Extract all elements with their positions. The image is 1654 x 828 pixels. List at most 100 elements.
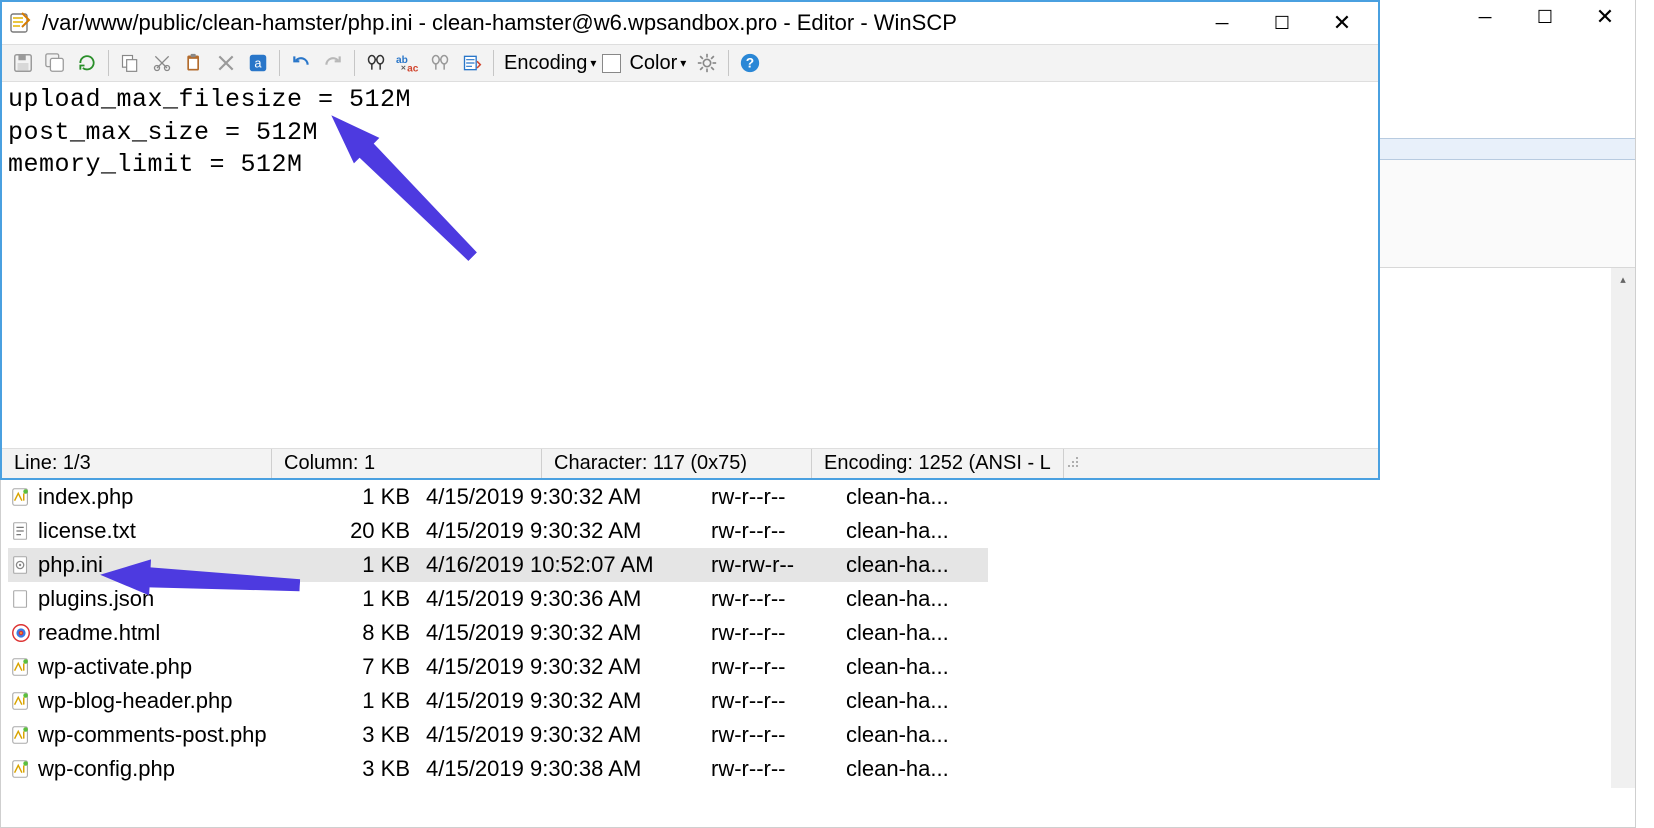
editor-titlebar[interactable]: /var/www/public/clean-hamster/php.ini - …: [2, 2, 1378, 44]
editor-toolbar: a abac Encoding▾ Color▾ ?: [2, 44, 1378, 82]
file-row[interactable]: license.txt 20 KB4/15/2019 9:30:32 AMrw-r…: [8, 514, 988, 548]
status-character: Character: 117 (0x75): [542, 449, 812, 478]
goto-button[interactable]: [457, 48, 487, 78]
file-icon: [10, 486, 32, 508]
file-name: license.txt: [38, 518, 136, 544]
copy-button[interactable]: [115, 48, 145, 78]
file-row[interactable]: wp-comments-post.php3 KB4/15/2019 9:30:3…: [8, 718, 988, 752]
save-button[interactable]: [8, 48, 38, 78]
file-owner: clean-ha...: [838, 756, 988, 782]
file-row[interactable]: wp-config.php 3 KB4/15/2019 9:30:38 AMrw-…: [8, 752, 988, 786]
file-size: 7 KB: [308, 654, 418, 680]
file-name-cell: wp-config.php: [8, 756, 308, 782]
file-icon: [10, 588, 32, 610]
svg-text:?: ?: [746, 56, 754, 71]
status-line: Line: 1/3: [2, 449, 272, 478]
parent-close-button[interactable]: ✕: [1575, 0, 1635, 38]
file-row[interactable]: readme.html8 KB4/15/2019 9:30:32 AMrw-r-…: [8, 616, 988, 650]
file-name-cell: readme.html: [8, 620, 308, 646]
parent-maximize-button[interactable]: ☐: [1515, 0, 1575, 38]
file-size: 8 KB: [308, 620, 418, 646]
color-swatch[interactable]: [602, 54, 621, 73]
file-owner: clean-ha...: [838, 654, 988, 680]
file-permissions: rw-rw-r--: [703, 552, 838, 578]
file-row[interactable]: index.php1 KB4/15/2019 9:30:32 AMrw-r--r…: [8, 480, 988, 514]
find-button[interactable]: [361, 48, 391, 78]
file-icon: [10, 554, 32, 576]
encoding-dropdown[interactable]: Encoding▾: [500, 52, 600, 75]
file-permissions: rw-r--r--: [703, 586, 838, 612]
file-owner: clean-ha...: [838, 688, 988, 714]
file-icon: [10, 656, 32, 678]
color-label: Color: [629, 52, 677, 75]
editor-maximize-button[interactable]: ☐: [1252, 5, 1312, 41]
file-row[interactable]: wp-blog-header.php1 KB4/15/2019 9:30:32 …: [8, 684, 988, 718]
selectall-button[interactable]: a: [243, 48, 273, 78]
toolbar-separator: [728, 50, 729, 76]
status-encoding: Encoding: 1252 (ANSI - L: [812, 449, 1064, 478]
app-icon: [8, 11, 32, 35]
file-size: 1 KB: [308, 484, 418, 510]
redo-button[interactable]: [318, 48, 348, 78]
file-permissions: rw-r--r--: [703, 654, 838, 680]
file-name: php.ini: [38, 552, 103, 578]
file-list: index.php1 KB4/15/2019 9:30:32 AMrw-r--r…: [8, 480, 988, 786]
file-date: 4/15/2019 9:30:32 AM: [418, 518, 703, 544]
resize-grip[interactable]: [1064, 456, 1082, 471]
file-owner: clean-ha...: [838, 586, 988, 612]
file-permissions: rw-r--r--: [703, 484, 838, 510]
file-name: index.php: [38, 484, 133, 510]
editor-statusbar: Line: 1/3 Column: 1 Character: 117 (0x75…: [2, 448, 1378, 478]
file-owner: clean-ha...: [838, 484, 988, 510]
file-owner: clean-ha...: [838, 620, 988, 646]
text-line: memory_limit = 512M: [8, 149, 1372, 182]
file-name-cell: index.php: [8, 484, 308, 510]
toolbar-separator: [108, 50, 109, 76]
editor-close-button[interactable]: ✕: [1312, 5, 1372, 41]
chevron-down-icon: ▾: [680, 56, 686, 70]
parent-scrollbar[interactable]: ▴: [1611, 268, 1635, 788]
saveall-button[interactable]: [40, 48, 70, 78]
chevron-down-icon: ▾: [590, 56, 596, 70]
text-line: upload_max_filesize = 512M: [8, 84, 1372, 117]
svg-text:a: a: [254, 56, 262, 71]
color-dropdown[interactable]: Color▾: [625, 52, 690, 75]
minimize-icon: ─: [1216, 13, 1229, 34]
undo-button[interactable]: [286, 48, 316, 78]
file-name-cell: wp-activate.php: [8, 654, 308, 680]
file-icon: [10, 690, 32, 712]
file-size: 3 KB: [308, 722, 418, 748]
file-icon: [10, 758, 32, 780]
reload-button[interactable]: [72, 48, 102, 78]
file-date: 4/15/2019 9:30:32 AM: [418, 722, 703, 748]
close-icon: ✕: [1596, 4, 1614, 30]
file-date: 4/15/2019 9:30:38 AM: [418, 756, 703, 782]
findnext-button[interactable]: [425, 48, 455, 78]
file-icon: [10, 622, 32, 644]
maximize-icon: ☐: [1274, 13, 1290, 34]
editor-textarea[interactable]: upload_max_filesize = 512M post_max_size…: [2, 82, 1378, 448]
preferences-button[interactable]: [692, 48, 722, 78]
file-name-cell: license.txt: [8, 518, 308, 544]
paste-button[interactable]: [179, 48, 209, 78]
file-name-cell: wp-comments-post.php: [8, 722, 308, 748]
delete-button[interactable]: [211, 48, 241, 78]
parent-minimize-button[interactable]: ─: [1455, 0, 1515, 38]
file-permissions: rw-r--r--: [703, 756, 838, 782]
file-date: 4/15/2019 9:30:32 AM: [418, 688, 703, 714]
close-icon: ✕: [1333, 10, 1351, 36]
cut-button[interactable]: [147, 48, 177, 78]
file-size: 20 KB: [308, 518, 418, 544]
replace-button[interactable]: abac: [393, 48, 423, 78]
file-size: 3 KB: [308, 756, 418, 782]
scroll-up-icon[interactable]: ▴: [1611, 268, 1635, 292]
file-permissions: rw-r--r--: [703, 518, 838, 544]
help-button[interactable]: ?: [735, 48, 765, 78]
file-date: 4/15/2019 9:30:36 AM: [418, 586, 703, 612]
file-name: wp-config.php: [38, 756, 175, 782]
editor-minimize-button[interactable]: ─: [1192, 5, 1252, 41]
maximize-icon: ☐: [1537, 7, 1553, 28]
file-date: 4/16/2019 10:52:07 AM: [418, 552, 703, 578]
toolbar-separator: [493, 50, 494, 76]
file-row[interactable]: wp-activate.php7 KB4/15/2019 9:30:32 AMr…: [8, 650, 988, 684]
